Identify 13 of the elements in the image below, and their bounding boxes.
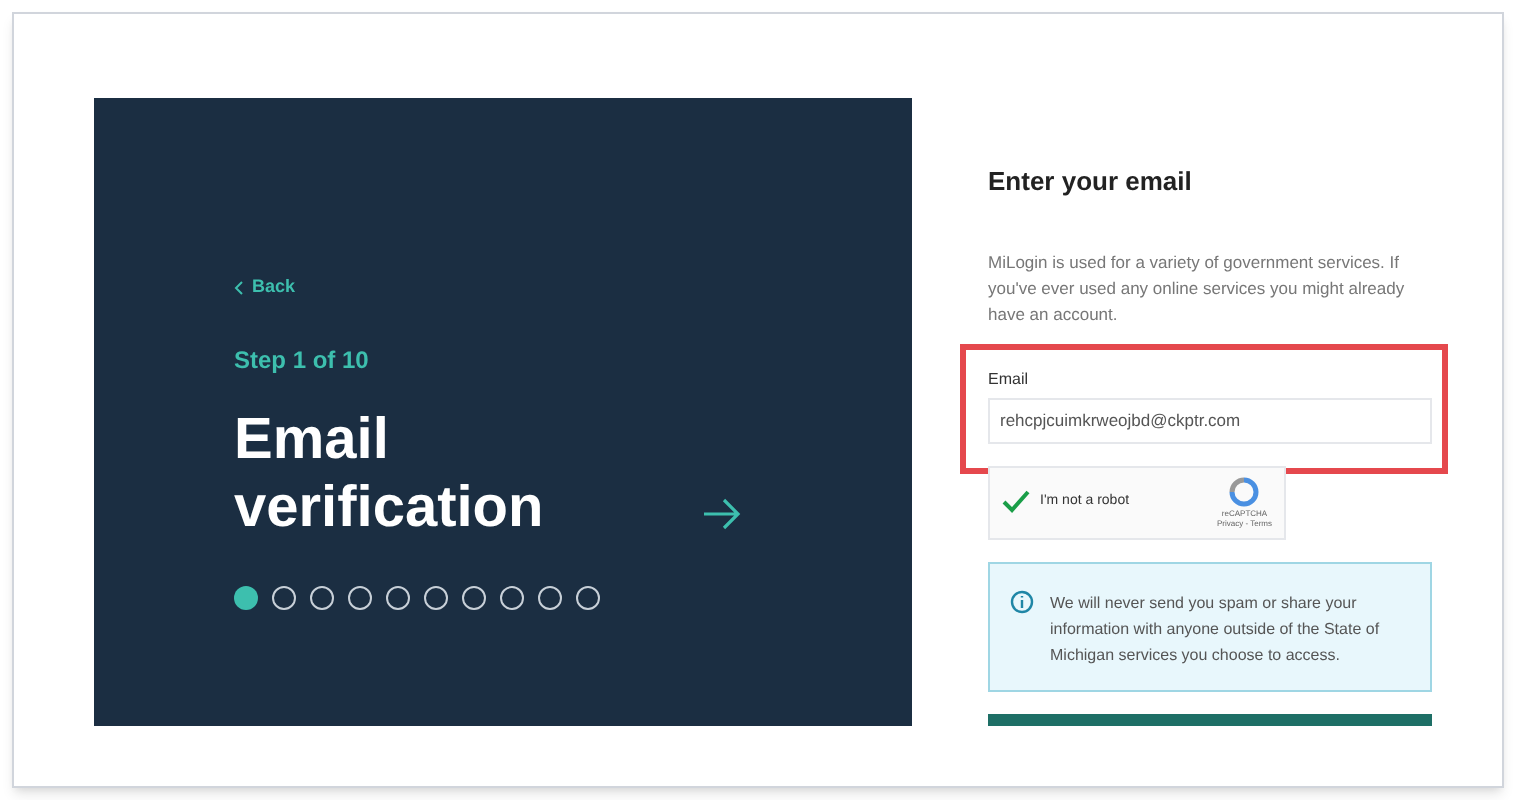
form-heading: Enter your email [988,164,1194,200]
back-link[interactable]: Back [234,274,296,301]
captcha-logo-icon [1228,476,1261,509]
chevron-left-icon [234,279,244,296]
info-icon [1010,589,1034,614]
step-label: Step 1 of 10 [234,343,371,377]
notice-text: We will never send you spam or share your information with anyone outside of the State of Michigan services you choose to access. [1050,591,1382,668]
checkmark-icon[interactable] [1002,490,1030,515]
arrow-right-icon[interactable] [702,497,742,529]
page-title: Email verification [234,405,546,541]
intro-text: MiLogin is used for a variety of government services. If you've ever used any online services you might already have an account. [988,249,1407,327]
email-field[interactable]: rehcpjcuimkrweojbd@ckptr.com [988,397,1432,443]
email-label: Email [988,367,1031,391]
